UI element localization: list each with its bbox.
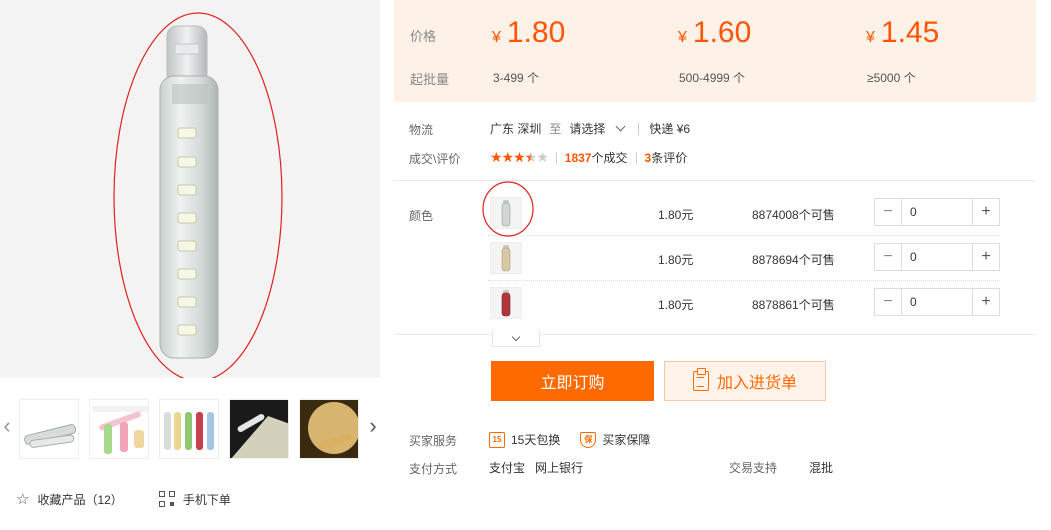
express-fee: 快递 ¥6 (649, 122, 691, 136)
deal-info: ★★★★★ 1837个成交 3条评价 (490, 149, 687, 166)
sku-row-1: 1.80元 8874008个可售 − + (488, 192, 1000, 234)
qr-code-icon[interactable] (158, 491, 175, 507)
thumbnail-1[interactable] (19, 399, 79, 459)
sku-price: 1.80元 (658, 253, 694, 267)
sku-price: 1.80元 (658, 208, 694, 222)
star-outline-icon[interactable]: ☆ (16, 490, 29, 508)
plus-button[interactable]: + (972, 199, 999, 225)
payment-alipay: 支付宝 (489, 461, 526, 475)
quantity-stepper: − + (874, 243, 1000, 271)
sku-price: 1.80元 (658, 298, 694, 312)
rating-stars: ★★★★★ (490, 149, 549, 165)
section-divider (394, 334, 1036, 335)
thumbnail-3[interactable] (159, 399, 219, 459)
expand-skus-button[interactable] (492, 330, 540, 347)
plus-button[interactable]: + (972, 289, 999, 315)
minus-button[interactable]: − (875, 289, 902, 315)
payment-online-bank: 网上银行 (535, 461, 584, 475)
mobile-order-link[interactable]: 手机下单 (183, 491, 231, 508)
chevron-down-icon (511, 332, 521, 341)
thumbnail-2[interactable] (89, 399, 149, 459)
shield-icon: 保 (580, 431, 597, 448)
service-exchange[interactable]: 15天包换 (511, 431, 560, 448)
ship-from: 广东 深圳 (490, 122, 542, 136)
logistics-label: 物流 (409, 123, 434, 137)
add-to-cart-label: 加入进货单 (716, 375, 797, 392)
chevron-down-icon[interactable] (615, 121, 626, 132)
minus-button[interactable]: − (875, 199, 902, 225)
row-divider (488, 280, 1000, 281)
reviews-count-link[interactable]: 3条评价 (645, 149, 688, 166)
favorite-link[interactable]: 收藏产品（12） (37, 491, 122, 508)
sku-swatch-3[interactable] (490, 287, 522, 319)
deals-count-link[interactable]: 1837个成交 (565, 149, 628, 166)
sku-stock: 8878861个可售 (752, 298, 835, 312)
divider (635, 151, 637, 164)
sku-swatch-2[interactable] (490, 242, 522, 274)
tier-price-3: ¥1.45 (866, 16, 940, 49)
trade-support-value: 混批 (809, 461, 834, 475)
quantity-label: 起批量 (410, 72, 450, 87)
main-product-image (0, 0, 380, 378)
sku-stock: 8874008个可售 (752, 208, 835, 222)
tier-price-1: ¥1.80 (492, 16, 566, 49)
logistics-info: 广东 深圳 至 请选择 快递 ¥6 (490, 120, 690, 137)
trade-support-label: 交易支持 (729, 461, 778, 475)
price-band: 价格 起批量 ¥1.80 ¥1.60 ¥1.45 3-499 个 500-499… (394, 0, 1036, 102)
quantity-stepper: − + (874, 198, 1000, 226)
quantity-input[interactable] (902, 244, 972, 270)
row-divider (488, 235, 1000, 236)
service-protection[interactable]: 买家保障 (602, 431, 650, 448)
price-label: 价格 (410, 29, 437, 44)
sku-row-3: 1.80元 8878861个可售 − + (488, 282, 1000, 324)
quantity-stepper: − + (874, 288, 1000, 316)
thumbnail-strip: ‹ › (0, 392, 380, 462)
buyer-services: 15 15天包换 保 买家保障 (489, 431, 650, 448)
plus-button[interactable]: + (972, 244, 999, 270)
tier-range-2: 500-4999 个 (679, 71, 746, 85)
tier-range-3: ≥5000 个 (867, 71, 916, 85)
thumbnail-5[interactable] (299, 399, 359, 459)
thumbnail-4[interactable] (229, 399, 289, 459)
add-to-cart-button[interactable]: 加入进货单 (664, 361, 826, 401)
quantity-input[interactable] (902, 199, 972, 225)
sku-row-2: 1.80元 8878694个可售 − + (488, 237, 1000, 279)
sku-stock: 8878694个可售 (752, 253, 835, 267)
minus-button[interactable]: − (875, 244, 902, 270)
quantity-input[interactable] (902, 289, 972, 315)
deal-label: 成交\评价 (409, 152, 461, 166)
payment-label: 支付方式 (409, 462, 458, 476)
divider (555, 151, 557, 164)
annotation-circle (482, 181, 534, 237)
to-word: 至 (549, 122, 562, 136)
chevron-left-icon[interactable]: ‹ (0, 413, 14, 438)
order-now-button[interactable]: 立即订购 (491, 361, 654, 401)
gallery-actions: ☆ 收藏产品（12） 手机下单 (16, 490, 231, 508)
destination-select[interactable]: 请选择 (569, 120, 605, 137)
services-label: 买家服务 (409, 434, 458, 448)
tier-range-1: 3-499 个 (493, 71, 540, 85)
fifteen-day-exchange-icon: 15 (489, 431, 505, 448)
divider (638, 122, 640, 135)
color-label: 颜色 (409, 209, 434, 223)
chevron-right-icon[interactable]: › (366, 413, 380, 438)
tier-price-2: ¥1.60 (678, 16, 752, 49)
clipboard-icon (692, 368, 709, 391)
